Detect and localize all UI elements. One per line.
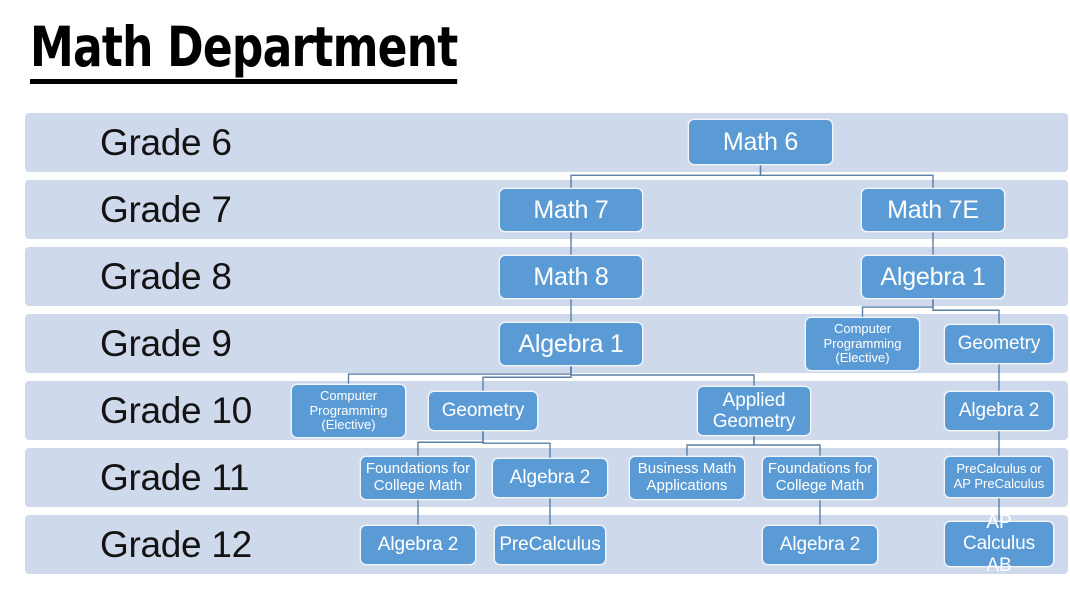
grade-row-label: Grade 10 [100, 389, 252, 431]
course-box-algebra2-g12b[interactable]: Algebra 2 [762, 525, 878, 565]
course-box-math8[interactable]: Math 8 [499, 255, 643, 299]
grade-row-grade-10: Grade 10 [25, 381, 1068, 440]
course-box-compprog-g9[interactable]: Computer Programming (Elective) [805, 317, 920, 371]
course-box-math6[interactable]: Math 6 [688, 119, 833, 165]
grade-row-label: Grade 7 [100, 188, 232, 230]
course-box-label: Algebra 1 [518, 330, 624, 358]
course-box-label: Algebra 2 [779, 534, 861, 556]
course-box-label: AP Calculus AB [962, 512, 1036, 576]
course-box-apcalculus[interactable]: AP Calculus AB [944, 512, 1054, 576]
course-box-algebra1-g8[interactable]: Algebra 1 [861, 255, 1005, 299]
course-box-appliedgeom[interactable]: Applied Geometry [697, 386, 811, 436]
course-box-algebra2-g11[interactable]: Algebra 2 [492, 458, 608, 498]
course-box-math7[interactable]: Math 7 [499, 188, 643, 232]
course-box-label: Math 8 [533, 263, 609, 291]
course-box-precalc-or[interactable]: PreCalculus or AP PreCalculus [944, 456, 1054, 498]
course-box-label: Foundations for College Math [365, 460, 471, 494]
course-box-found-g11b[interactable]: Foundations for College Math [762, 456, 878, 500]
course-box-found-g11a[interactable]: Foundations for College Math [360, 456, 476, 500]
grade-row-label: Grade 8 [100, 255, 232, 297]
course-box-compprog-g10[interactable]: Computer Programming (Elective) [291, 384, 406, 438]
course-box-label: Geometry [441, 400, 525, 422]
course-box-label: Foundations for College Math [767, 460, 873, 494]
course-box-algebra2-g12a[interactable]: Algebra 2 [360, 525, 476, 565]
course-box-label: Algebra 2 [958, 400, 1040, 422]
course-box-label: Computer Programming (Elective) [823, 321, 902, 366]
course-box-math7e[interactable]: Math 7E [861, 188, 1005, 232]
course-box-label: Applied Geometry [712, 389, 796, 432]
grade-row-label: Grade 9 [100, 322, 232, 364]
course-box-busmath[interactable]: Business Math Applications [629, 456, 745, 500]
title-container: Math Department [30, 16, 564, 88]
course-box-label: Business Math Applications [637, 460, 737, 494]
page-title: Math Department [30, 16, 458, 84]
grade-row-label: Grade 6 [100, 121, 232, 163]
course-box-label: Math 7 [533, 196, 609, 224]
course-box-algebra1-g9[interactable]: Algebra 1 [499, 322, 643, 366]
course-box-geometry-g10[interactable]: Geometry [428, 391, 538, 431]
course-box-label: Algebra 1 [880, 263, 986, 291]
course-box-label: PreCalculus [499, 534, 601, 556]
math-department-slide: Math Department Grade 6 Grade 7 Grade 8 Gra… [0, 0, 1070, 599]
course-box-label: PreCalculus or AP PreCalculus [953, 461, 1045, 491]
course-box-algebra2-g10[interactable]: Algebra 2 [944, 391, 1054, 431]
course-box-label: Algebra 2 [377, 534, 459, 556]
course-box-label: Computer Programming (Elective) [309, 388, 388, 433]
course-box-geometry-g9[interactable]: Geometry [944, 324, 1054, 364]
course-box-label: Math 7E [887, 196, 979, 224]
course-box-label: Geometry [957, 333, 1041, 355]
course-box-label: Math 6 [722, 128, 799, 156]
course-box-label: Algebra 2 [509, 467, 591, 489]
grade-row-label: Grade 11 [100, 456, 250, 498]
course-box-precalculus[interactable]: PreCalculus [494, 525, 606, 565]
grade-row-grade-6: Grade 6 [25, 113, 1068, 172]
grade-row-label: Grade 12 [100, 523, 252, 565]
